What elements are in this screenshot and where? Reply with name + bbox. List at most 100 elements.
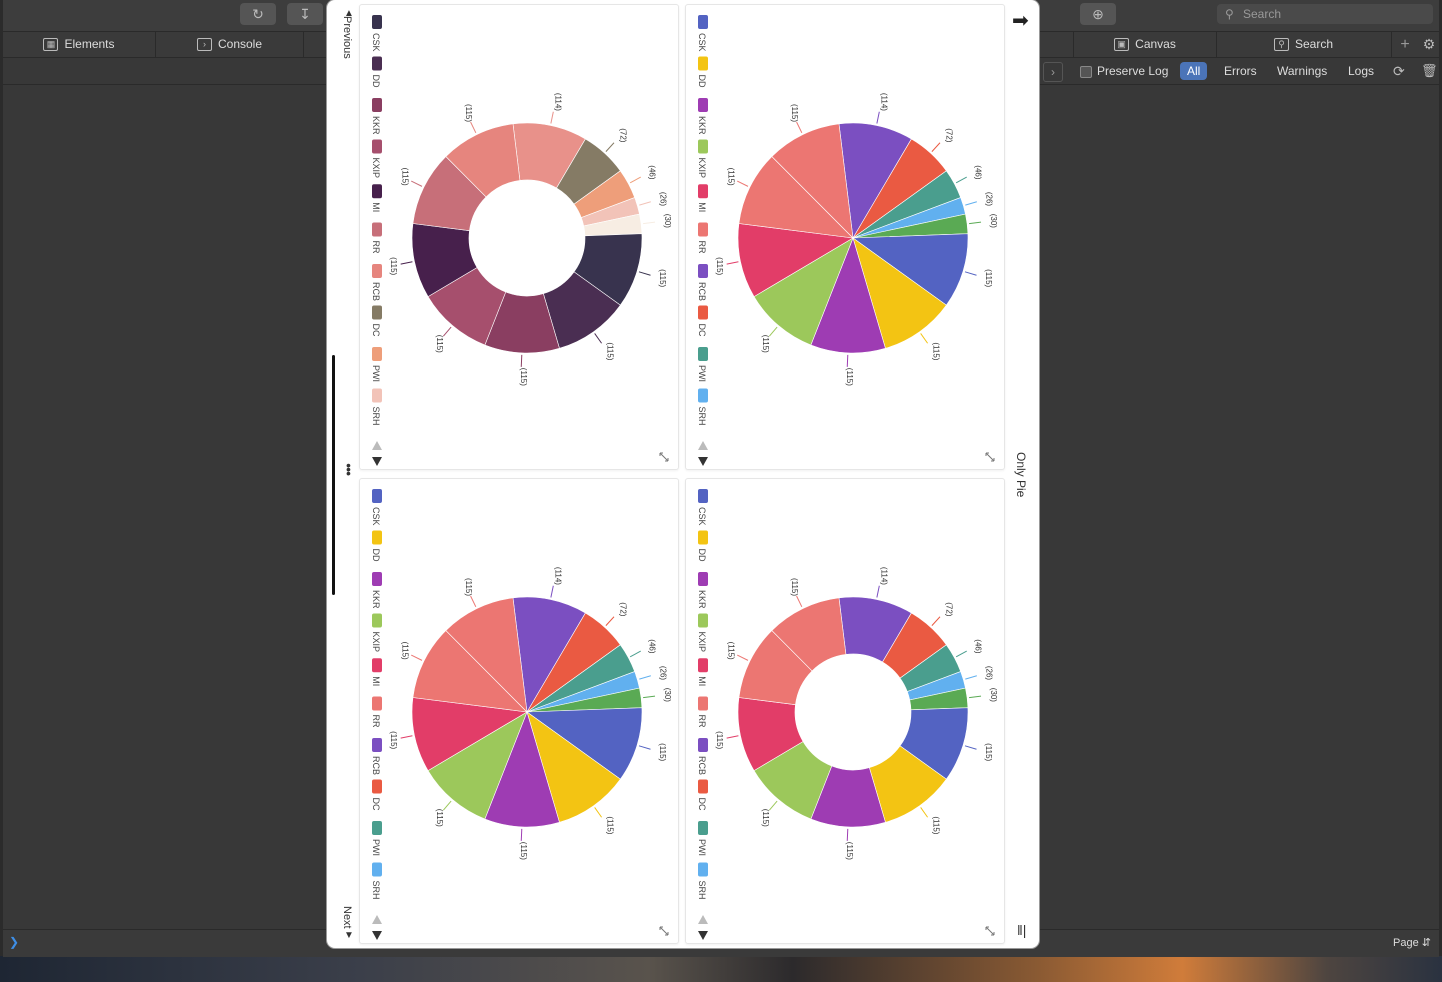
side-title: Only Pie (1014, 452, 1028, 498)
slice-value-label: (115) (605, 342, 614, 360)
label-leader-line (520, 354, 523, 367)
slice-value-label: (115) (389, 257, 398, 275)
legend-swatch (698, 821, 708, 835)
reload-icon[interactable]: ↻ (240, 3, 276, 25)
slice-value-label: (115) (845, 842, 854, 860)
slice-value-label: (115) (761, 335, 770, 353)
tab-search[interactable]: ⚲ Search (1216, 32, 1392, 57)
chart-svg: (114) (72) (46) (26) (30) (115) (115) (115) (115… (371, 15, 672, 466)
slice-value-label: (30) (663, 214, 672, 229)
slice-value-label: (72) (619, 602, 628, 617)
chevron-right-icon[interactable]: › (1043, 62, 1063, 82)
legend-swatch (698, 264, 708, 278)
filter-warnings-button[interactable]: Warnings (1277, 62, 1327, 80)
label-leader-line (605, 142, 615, 152)
search-icon: ⚲ (1273, 38, 1289, 51)
legend-swatch (372, 572, 382, 586)
legend-swatch (372, 862, 382, 877)
add-tab-icon[interactable]: + (1395, 32, 1415, 57)
legend-swatch (372, 347, 382, 361)
legend-swatch (698, 139, 708, 154)
tab-elements[interactable]: ▦ Elements (3, 32, 156, 57)
tab-console[interactable]: › Console (156, 32, 304, 57)
exit-arrow-icon[interactable]: ➡ (1012, 8, 1029, 33)
trash-icon[interactable]: 🗑 (1421, 62, 1438, 80)
label-leader-line (737, 654, 749, 661)
scroll-handle[interactable] (332, 355, 335, 595)
legend-label: RCB (371, 282, 381, 301)
console-icon: › (196, 38, 212, 51)
label-leader-line (964, 745, 977, 750)
page-selector-label: Page (1393, 937, 1419, 949)
preserve-log-label: Preserve Log (1097, 64, 1169, 78)
preserve-log-checkbox[interactable]: Preserve Log (1080, 62, 1168, 80)
legend-label: DC (697, 798, 707, 811)
legend-label: CSK (371, 507, 381, 526)
legend-label: KXIP (697, 632, 707, 653)
legend-page-up-icon (698, 915, 708, 924)
tab-label: Canvas (1135, 37, 1176, 51)
slice-value-label: (46) (974, 165, 983, 180)
legend-label: PWI (697, 839, 707, 856)
crosshair-icon[interactable]: ⊕ (1080, 3, 1116, 25)
label-leader-line (550, 585, 554, 598)
search-input[interactable]: ⚲ Search (1217, 4, 1433, 24)
legend-label: CSK (697, 507, 707, 526)
legend-label: RCB (371, 756, 381, 775)
slice-value-label: (72) (945, 602, 954, 617)
slice-value-label: (114) (553, 93, 562, 111)
chart-panel: (114) (72) (46) (26) (30) (115) (115) (115) (115… (359, 4, 679, 470)
reload-console-icon[interactable]: ⟳ (1393, 62, 1405, 80)
next-arrow-icon[interactable]: ▼ (344, 930, 354, 941)
filter-all-button[interactable]: All (1180, 62, 1208, 80)
slice-value-label: (115) (658, 269, 667, 287)
legend-swatch (698, 388, 708, 403)
slice-value-label: (115) (400, 168, 409, 186)
checkbox-icon (1080, 65, 1092, 78)
legend-swatch (698, 779, 708, 794)
slice-value-label: (115) (715, 731, 724, 749)
slice-value-label: (72) (619, 128, 628, 143)
label-leader-line (920, 807, 928, 818)
label-leader-line (550, 111, 554, 124)
legend-label: RR (371, 241, 381, 254)
legend-swatch (372, 264, 382, 278)
slice-value-label: (115) (984, 269, 993, 287)
download-icon[interactable]: ↧ (287, 3, 323, 25)
legend-label: DC (371, 798, 381, 811)
tab-canvas[interactable]: ▣ Canvas (1073, 32, 1217, 57)
slice-value-label: (26) (658, 192, 667, 207)
slice-value-label: (46) (648, 165, 657, 180)
legend-label: KKR (697, 590, 707, 609)
legend-swatch (698, 56, 708, 71)
legend-label: MI (371, 676, 381, 686)
label-leader-line (639, 201, 651, 206)
label-leader-line (876, 111, 880, 124)
legend-label: KXIP (371, 632, 381, 653)
legend-swatch (372, 821, 382, 835)
label-leader-line (470, 595, 477, 608)
drag-handle-icon[interactable]: ‖| (1017, 922, 1026, 938)
prompt-chevron-icon: ❯ (9, 935, 20, 949)
next-button[interactable]: Next (341, 906, 353, 929)
previous-button[interactable]: Previous (341, 16, 353, 59)
more-vertical-icon[interactable]: • • • (346, 458, 351, 480)
label-leader-line (969, 221, 982, 225)
settings-gear-icon[interactable]: ⚙ (1419, 32, 1439, 57)
label-leader-line (594, 333, 602, 344)
label-leader-line (638, 271, 651, 276)
filter-logs-button[interactable]: Logs (1348, 62, 1374, 80)
legend-label: KXIP (697, 158, 707, 179)
slice-value-label: (115) (435, 335, 444, 353)
slice-value-label: (30) (989, 214, 998, 229)
tab-label: Elements (64, 37, 115, 51)
legend-swatch (372, 222, 382, 237)
label-leader-line (796, 595, 803, 608)
page-selector[interactable]: Page ⇵ (1393, 936, 1431, 949)
label-leader-line (931, 616, 941, 626)
legend-swatch (698, 98, 708, 112)
filter-errors-button[interactable]: Errors (1224, 62, 1257, 80)
legend-swatch (698, 696, 708, 711)
label-leader-line (955, 650, 967, 658)
label-leader-line (876, 585, 880, 598)
